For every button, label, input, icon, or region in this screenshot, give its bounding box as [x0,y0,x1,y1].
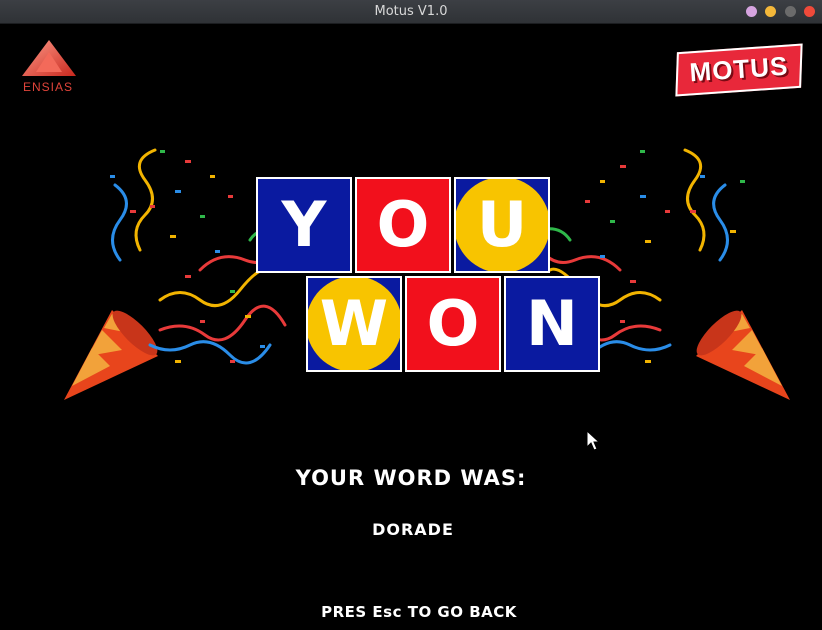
banner-tile-row1-1: Y [256,177,352,273]
solution-word: DORADE [372,520,454,539]
banner-tile-row2-3: N [504,276,600,372]
party-popper-right-icon [696,310,790,400]
ensias-logo-text: ENSIAS [22,80,73,94]
banner-tile-row2-2: O [405,276,501,372]
party-popper-left-icon [64,310,158,400]
banner-letter: N [526,287,578,360]
go-back-hint: PRES Esc TO GO BACK [321,603,517,621]
banner-letter: W [319,287,389,360]
mouse-cursor-icon [586,430,600,451]
banner-letter: Y [281,188,327,261]
motus-logo-icon: MOTUS [675,43,804,97]
banner-letter: U [476,188,528,261]
result-label: YOUR WORD WAS: [295,466,527,490]
banner-tile-row1-3: U [454,177,550,273]
banner-letter: O [376,188,430,261]
banner-tile-row2-1: W [306,276,402,372]
banner-letter: O [426,287,480,360]
banner-tile-row1-2: O [355,177,451,273]
